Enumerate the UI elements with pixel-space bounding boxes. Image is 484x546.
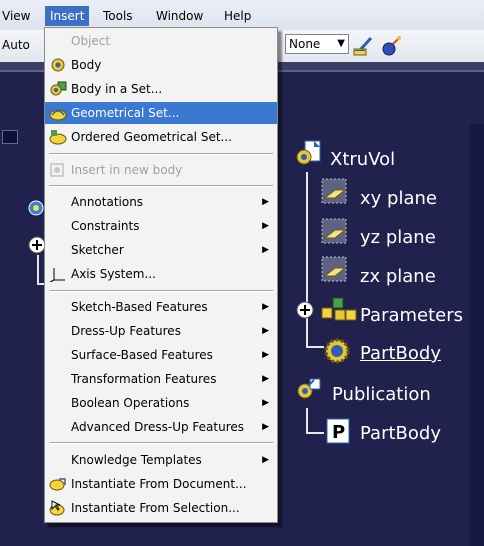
tree-item-partbody[interactable]: PartBody: [360, 342, 441, 366]
submenu-arrow-icon: ▶: [262, 374, 269, 384]
menu-item-object: Object: [71, 34, 111, 48]
menu-insert[interactable]: Insert: [45, 6, 90, 26]
svg-text:P: P: [332, 422, 345, 443]
menu-item-dress-up-features[interactable]: Dress-Up Features ▶: [45, 320, 277, 342]
axis-system-icon: [49, 268, 65, 282]
menu-item-instantiate-from-document[interactable]: Instantiate From Document...: [45, 473, 277, 495]
compass-thumbnail-icon[interactable]: [2, 130, 18, 144]
menu-item-instantiate-from-selection[interactable]: Instantiate From Selection...: [45, 497, 277, 519]
part-document-icon[interactable]: [296, 140, 322, 166]
gear-icon[interactable]: [26, 198, 46, 218]
menu-separator: [49, 185, 273, 187]
submenu-arrow-icon: ▶: [262, 197, 269, 207]
menu-item-sketcher[interactable]: Sketcher ▶: [45, 239, 277, 261]
menu-item-constraints[interactable]: Constraints ▶: [45, 215, 277, 237]
menu-item-axis-system[interactable]: Axis System...: [45, 263, 277, 285]
select-value: None: [289, 37, 321, 51]
magic-wand-icon[interactable]: [380, 35, 402, 57]
instantiate-document-icon: [49, 478, 66, 491]
menu-item-surface-based-features[interactable]: Surface-Based Features ▶: [45, 344, 277, 366]
tree-item-publication[interactable]: Publication: [332, 383, 431, 407]
menu-item-body[interactable]: Body: [45, 54, 277, 76]
auto-label[interactable]: Auto: [2, 38, 30, 52]
tree-item-yz-plane[interactable]: yz plane: [360, 226, 436, 250]
insert-in-new-body-icon: [50, 163, 64, 177]
insert-menu: Object Body Body in a Set... Geometrical…: [44, 27, 278, 523]
parameters-icon[interactable]: [321, 296, 357, 326]
menu-window[interactable]: Window: [156, 7, 203, 25]
submenu-arrow-icon: ▶: [262, 302, 269, 312]
tree-connector: [306, 172, 308, 348]
part-body-gear-icon[interactable]: [322, 336, 352, 366]
menu-separator: [49, 290, 273, 292]
menu-tools[interactable]: Tools: [103, 7, 133, 25]
menu-help[interactable]: Help: [224, 7, 251, 25]
body-in-set-icon: [50, 81, 67, 96]
menu-item-ordered-geometrical-set[interactable]: Ordered Geometrical Set...: [45, 126, 277, 148]
tree-item-publication-partbody[interactable]: PartBody: [360, 422, 441, 446]
workspace-edge: [470, 124, 484, 546]
chevron-down-icon: ▼: [337, 38, 345, 49]
menu-separator: [49, 153, 273, 155]
menu-item-body-in-set[interactable]: Body in a Set...: [45, 78, 277, 100]
menu-item-annotations[interactable]: Annotations ▶: [45, 191, 277, 213]
plane-icon[interactable]: [321, 218, 347, 244]
menu-view[interactable]: View: [2, 7, 30, 25]
tree-item-zx-plane[interactable]: zx plane: [360, 265, 436, 289]
submenu-arrow-icon: ▶: [262, 422, 269, 432]
tree-connector: [306, 432, 324, 434]
tree-item-parameters[interactable]: Parameters: [360, 304, 463, 328]
tree-connector: [306, 408, 308, 434]
menu-item-advanced-dress-up-features[interactable]: Advanced Dress-Up Features ▶: [45, 416, 277, 438]
menu-separator: [49, 442, 273, 444]
menu-item-geometrical-set[interactable]: Geometrical Set...: [45, 102, 277, 124]
publication-icon[interactable]: [296, 376, 322, 402]
menu-item-sketch-based-features[interactable]: Sketch-Based Features ▶: [45, 296, 277, 318]
tree-root-label[interactable]: XtruVol: [330, 148, 395, 172]
menu-item-insert-in-new-body: Insert in new body: [45, 159, 277, 181]
none-select[interactable]: None ▼: [285, 34, 349, 54]
expand-plus-icon[interactable]: [296, 301, 314, 319]
submenu-arrow-icon: ▶: [262, 326, 269, 336]
submenu-arrow-icon: ▶: [262, 245, 269, 255]
ordered-geometrical-set-icon: [49, 130, 67, 145]
instantiate-selection-icon: [49, 500, 65, 516]
submenu-arrow-icon: ▶: [262, 455, 269, 465]
submenu-arrow-icon: ▶: [262, 221, 269, 231]
tree-connector: [37, 255, 39, 285]
plane-icon[interactable]: [321, 178, 347, 204]
paint-brush-icon[interactable]: [352, 35, 374, 57]
plane-icon[interactable]: [321, 256, 347, 282]
menu-item-knowledge-templates[interactable]: Knowledge Templates ▶: [45, 449, 277, 471]
submenu-arrow-icon: ▶: [262, 398, 269, 408]
menu-item-boolean-operations[interactable]: Boolean Operations ▶: [45, 392, 277, 414]
published-element-icon[interactable]: P: [325, 417, 353, 445]
geometrical-set-icon: [49, 109, 67, 121]
menu-item-transformation-features[interactable]: Transformation Features ▶: [45, 368, 277, 390]
body-icon: [51, 58, 65, 72]
tree-item-xy-plane[interactable]: xy plane: [360, 187, 437, 211]
submenu-arrow-icon: ▶: [262, 350, 269, 360]
